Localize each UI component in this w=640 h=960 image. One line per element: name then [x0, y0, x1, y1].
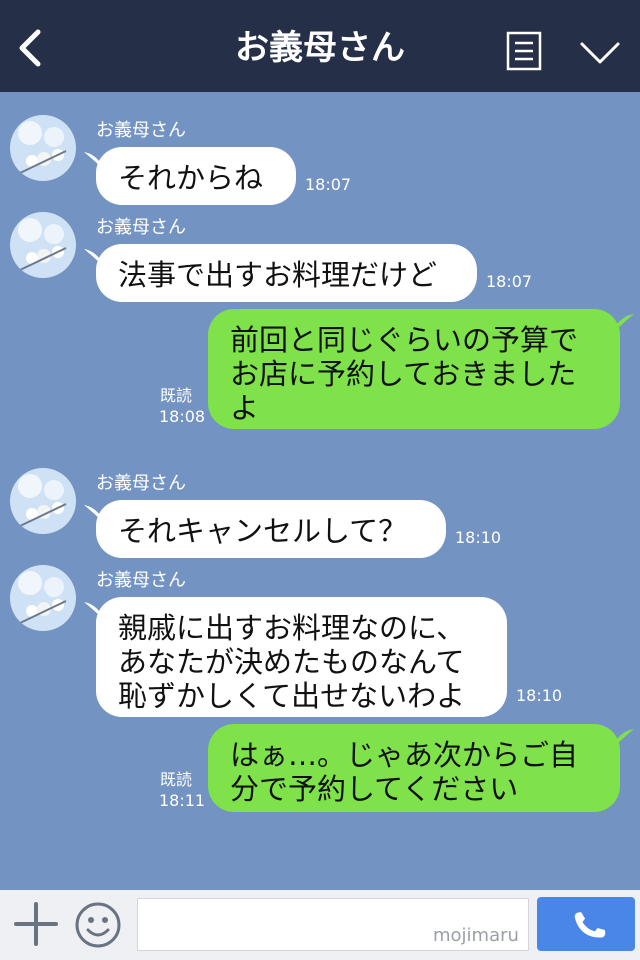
emoji-icon[interactable]: [74, 901, 122, 949]
phone-icon: [574, 912, 606, 938]
chat-header: お義母さん: [0, 0, 640, 92]
avatar[interactable]: [10, 212, 76, 278]
sender-name: お義母さん: [96, 217, 186, 238]
avatar[interactable]: [10, 468, 76, 534]
sender-name: お義母さん: [96, 473, 186, 494]
message-time: 18:08: [159, 407, 206, 426]
watermark: mojimaru: [433, 925, 519, 946]
menu-icon[interactable]: [506, 31, 542, 71]
avatar-image: [10, 115, 76, 181]
avatar[interactable]: [10, 565, 76, 631]
call-button[interactable]: [537, 897, 635, 951]
chat-title: お義母さん: [235, 28, 405, 68]
avatar-image: [10, 565, 76, 631]
avatar-image: [10, 212, 76, 278]
chevron-down-icon[interactable]: [578, 34, 622, 70]
message-bubble[interactable]: 前回と同じぐらいの予算で お店に予約しておきました よ: [208, 309, 620, 429]
bubble-tail: [612, 314, 634, 334]
bubble-tail: [612, 729, 634, 749]
message-bubble[interactable]: それキャンセルして？: [96, 500, 446, 558]
message-bubble[interactable]: 法事で出すお料理だけど: [96, 244, 477, 302]
message-time: 18:10: [516, 686, 563, 705]
back-icon[interactable]: [12, 28, 48, 68]
message-bubble[interactable]: それからね: [96, 147, 296, 205]
message-time: 18:07: [305, 175, 352, 194]
message-time: 18:11: [159, 791, 206, 810]
message-time: 18:10: [455, 528, 502, 547]
sender-name: お義母さん: [96, 120, 186, 141]
message-time: 18:07: [486, 272, 533, 291]
plus-icon[interactable]: [14, 900, 58, 948]
read-receipt: 既読: [160, 770, 193, 789]
avatar[interactable]: [10, 115, 76, 181]
message-bubble[interactable]: 親戚に出すお料理なのに、 あなたが決めたものなんて 恥ずかしくて出せないわよ: [96, 597, 507, 717]
sender-name: お義母さん: [96, 570, 186, 591]
read-receipt: 既読: [160, 386, 193, 405]
message-bubble[interactable]: はぁ…。じゃあ次からご自 分で予約してください: [208, 724, 620, 812]
avatar-image: [10, 468, 76, 534]
